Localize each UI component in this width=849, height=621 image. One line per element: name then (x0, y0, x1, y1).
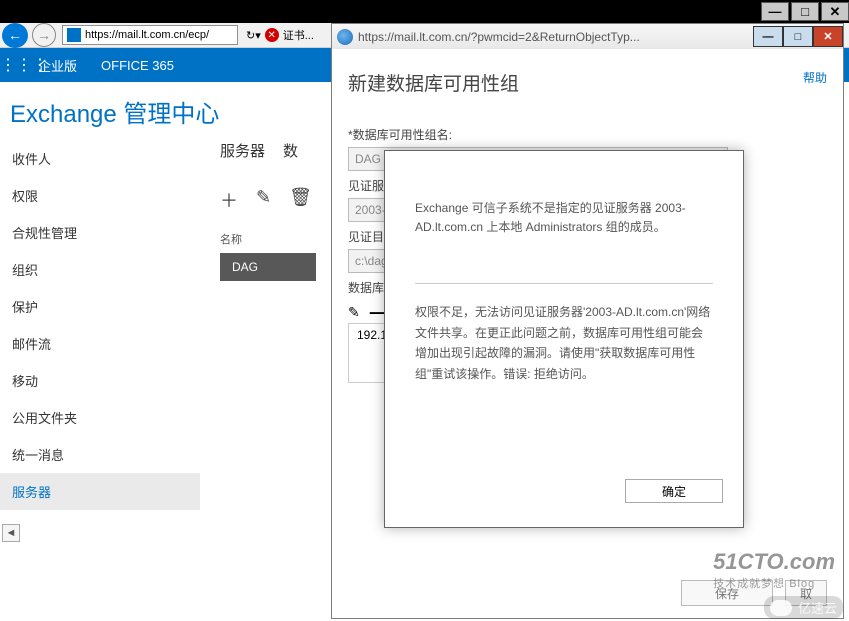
parent-maximize-button[interactable]: □ (791, 2, 819, 21)
eac-content: 服务器 数 ＋ ✎ 🗑 名称 DAG (220, 140, 316, 281)
tab-databases[interactable]: 数 (283, 140, 298, 161)
address-bar[interactable]: https://mail.lt.com.cn/ecp/ (62, 25, 238, 45)
popup-minimize-button[interactable]: — (753, 26, 783, 47)
sidebar-servers[interactable]: 服务器 (0, 473, 200, 510)
delete-icon[interactable]: 🗑 (289, 187, 312, 213)
office365-label[interactable]: OFFICE 365 (89, 58, 186, 73)
popup-close-button[interactable]: ✕ (813, 26, 843, 47)
divider (415, 283, 713, 284)
ok-button[interactable]: 确定 (625, 479, 723, 503)
parent-minimize-button[interactable]: — (761, 2, 789, 21)
cloud-icon (770, 600, 792, 616)
nav-back-button[interactable]: ← (2, 23, 28, 48)
stop-icon[interactable]: ✕ (265, 28, 279, 42)
table-row[interactable]: DAG (220, 253, 316, 281)
error-dialog: Exchange 可信子系统不是指定的见证服务器 2003-AD.lt.com.… (384, 150, 744, 528)
popup-titlebar: https://mail.lt.com.cn/?pwmcid=2&ReturnO… (332, 24, 843, 49)
help-link[interactable]: 帮助 (803, 69, 827, 86)
sidebar-unifiedmessaging[interactable]: 统一消息 (0, 436, 200, 473)
ie-icon (337, 29, 353, 45)
sidebar-publicfolders[interactable]: 公用文件夹 (0, 399, 200, 436)
nav-forward-button[interactable]: → (32, 23, 56, 47)
popup-maximize-button[interactable]: □ (783, 26, 813, 47)
edition-label[interactable]: 企业版 (26, 56, 89, 75)
error-message-2: 权限不足，无法访问见证服务器'2003-AD.lt.com.cn'网络文件共享。… (415, 302, 713, 384)
popup-url: https://mail.lt.com.cn/?pwmcid=2&ReturnO… (358, 30, 753, 44)
url-text: https://mail.lt.com.cn/ecp/ (85, 29, 209, 41)
cert-error-text[interactable]: 证书... (283, 27, 314, 43)
parent-close-button[interactable]: ✕ (821, 2, 849, 21)
label-dag-name: *数据库可用性组名: (348, 126, 827, 143)
sidebar-protection[interactable]: 保护 (0, 288, 200, 325)
column-name-header: 名称 (220, 231, 316, 247)
tab-servers[interactable]: 服务器 (220, 140, 265, 161)
scroll-left-button[interactable]: ◄ (2, 524, 20, 542)
sidebar-permissions[interactable]: 权限 (0, 177, 200, 214)
error-message-1: Exchange 可信子系统不是指定的见证服务器 2003-AD.lt.com.… (415, 199, 713, 237)
page-title: Exchange 管理中心 (10, 94, 219, 129)
refresh-icon[interactable]: ↻ (246, 29, 255, 42)
sidebar-mobile[interactable]: 移动 (0, 362, 200, 399)
eac-sidebar: 收件人 权限 合规性管理 组织 保护 邮件流 移动 公用文件夹 统一消息 服务器 (0, 140, 200, 510)
parent-window-titlebar: — □ ✕ (0, 0, 849, 23)
popup-page-title: 新建数据库可用性组 (348, 69, 827, 96)
sidebar-mailflow[interactable]: 邮件流 (0, 325, 200, 362)
add-icon[interactable]: ＋ (220, 187, 238, 213)
edit-icon[interactable]: ✎ (256, 187, 271, 213)
eac-tabs: 服务器 数 (220, 140, 316, 161)
browser-status: ↻ ▾ ✕ 证书... (246, 27, 314, 43)
watermark-51cto: 51CTO.com 技术成就梦想 Blog (713, 549, 835, 591)
sidebar-compliance[interactable]: 合规性管理 (0, 214, 200, 251)
outlook-site-icon (67, 28, 81, 42)
sidebar-recipients[interactable]: 收件人 (0, 140, 200, 177)
ip-edit-icon[interactable]: ✎ (348, 304, 360, 321)
sidebar-organization[interactable]: 组织 (0, 251, 200, 288)
list-toolbar: ＋ ✎ 🗑 (220, 187, 316, 213)
watermark-yisu: 亿速云 (764, 596, 843, 619)
app-launcher-icon[interactable]: ⋮⋮⋮ (0, 55, 26, 75)
